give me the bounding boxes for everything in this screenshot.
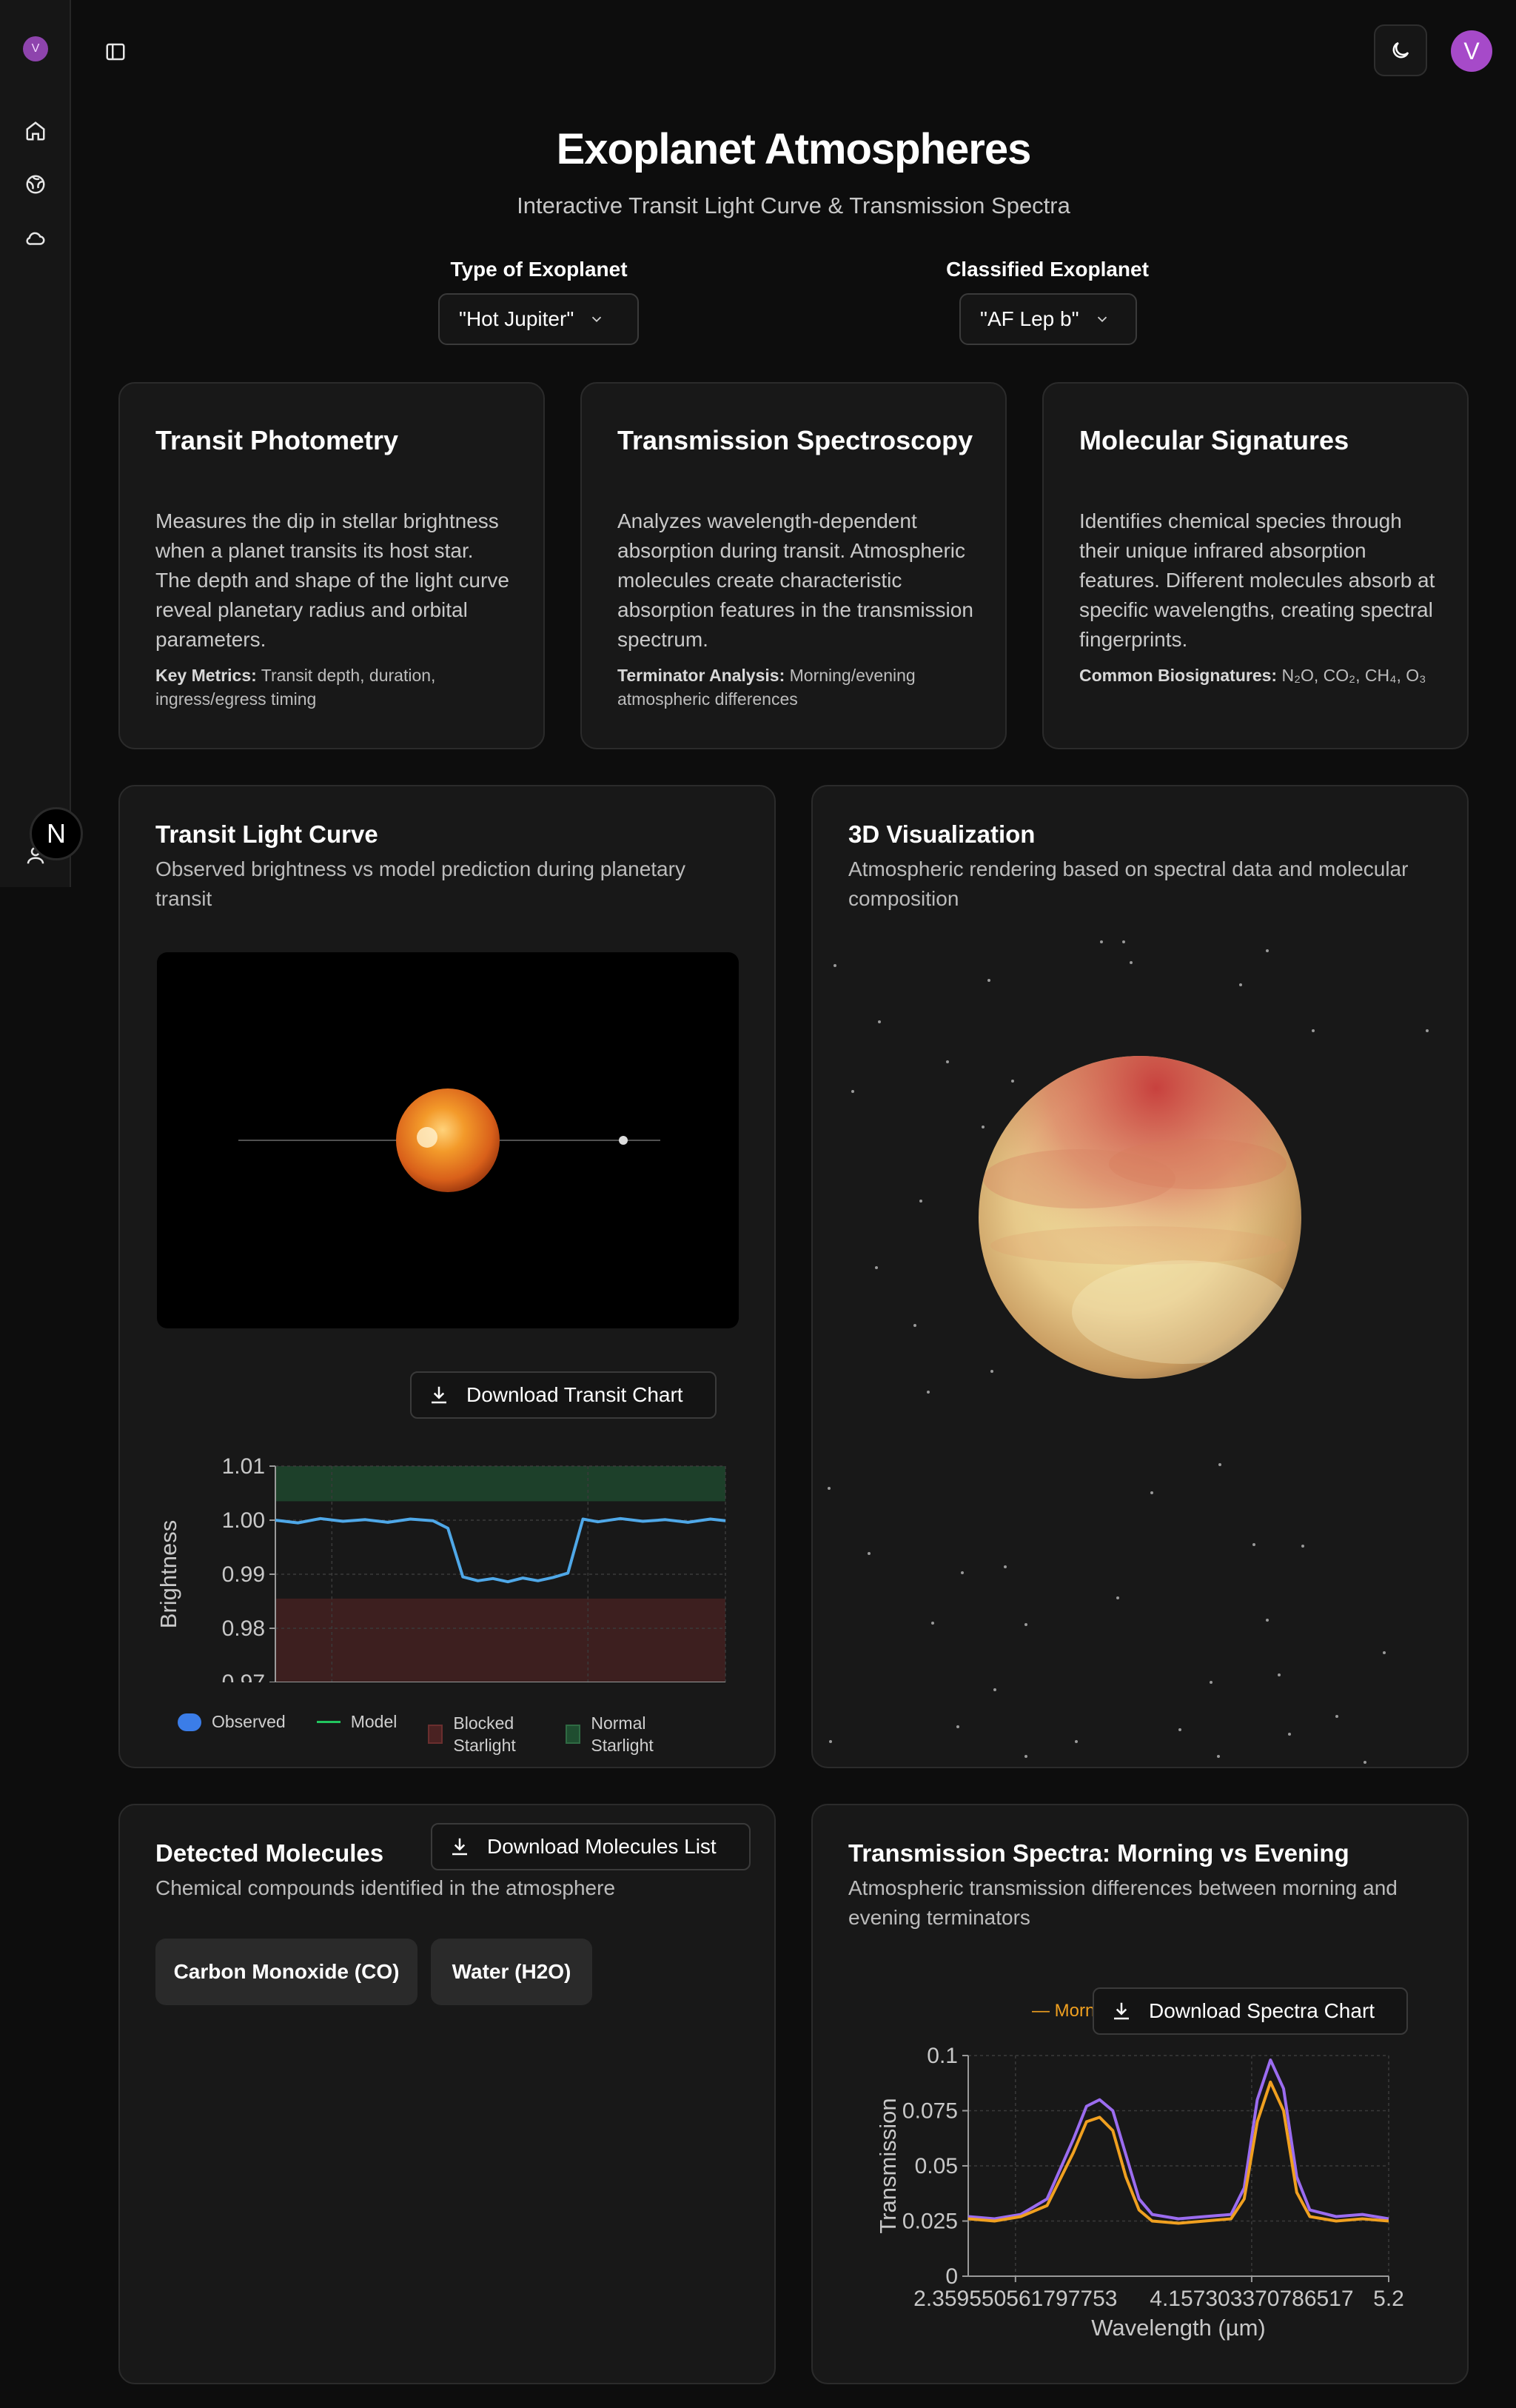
star-highlight	[417, 1127, 437, 1148]
legend-normal: Normal Starlight	[566, 1712, 672, 1756]
legend-label: Blocked Starlight	[453, 1713, 516, 1755]
card-meta: Key Metrics: Transit depth, duration, in…	[155, 663, 514, 711]
host-star	[396, 1088, 500, 1192]
spectra-chart: 0 0.025 0.05 0.075 0.1 2.359550561797753 4.157…	[875, 2044, 1404, 2341]
page-title: Exoplanet Atmospheres	[556, 125, 1032, 173]
x-tick-label: 5.2	[1373, 2287, 1404, 2311]
planet	[619, 1136, 628, 1145]
card-title: Transit Photometry	[155, 425, 399, 455]
series-line-observed	[275, 1516, 726, 1584]
legend-swatch	[428, 1725, 443, 1744]
card-description: Measures the dip in stellar brightness w…	[155, 509, 509, 651]
y-tick-label: 0.97	[222, 1670, 265, 1682]
panel-subtitle: Atmospheric transmission differences bet…	[848, 1876, 1398, 1929]
moon-icon	[1392, 41, 1409, 58]
sidebar-toggle-icon[interactable]	[101, 37, 130, 67]
series-line-evening	[967, 2080, 1389, 2225]
card-meta-label: Key Metrics:	[155, 666, 257, 685]
card-description: Identifies chemical species through thei…	[1079, 509, 1435, 651]
card-meta-label: Terminator Analysis:	[617, 666, 785, 685]
legend-swatch	[316, 1721, 341, 1723]
info-card-molecular-signatures: Molecular Signatures Identifies chemical…	[1042, 382, 1469, 749]
classified-select-value: "AF Lep b"	[980, 307, 1079, 330]
classified-select[interactable]: "AF Lep b"	[959, 293, 1137, 345]
series-line-morning	[967, 2058, 1389, 2221]
spectra-legend-morning: — Morn	[1032, 2001, 1096, 2021]
y-tick-label: 0.1	[927, 2044, 958, 2068]
y-tick-label: 1.01	[222, 1454, 265, 1479]
panel-subtitle: Chemical compounds identified in the atm…	[155, 1876, 616, 1899]
n-badge[interactable]: N	[30, 807, 83, 860]
y-tick-label: 0.98	[222, 1616, 265, 1641]
download-icon	[1114, 2002, 1129, 2020]
legend-swatch	[178, 1713, 201, 1731]
type-select[interactable]: "Hot Jupiter"	[438, 293, 639, 345]
sidebar-avatar[interactable]: V	[23, 36, 48, 61]
page-subtitle: Interactive Transit Light Curve & Transm…	[517, 193, 1070, 218]
theme-toggle-button[interactable]	[1374, 24, 1427, 76]
download-label: Download Molecules List	[487, 1835, 717, 1858]
planet-3d-view[interactable]	[813, 897, 1467, 1764]
chevron-down-icon	[1097, 316, 1107, 323]
chevron-down-icon	[592, 316, 602, 323]
y-tick-label: 0.025	[902, 2210, 958, 2234]
user-avatar[interactable]: V	[1451, 30, 1492, 72]
x-tick-label: 4.157303370786517	[1150, 2287, 1353, 2311]
molecule-chip[interactable]: Water (H2O)	[431, 1939, 592, 2005]
y-tick-label: 0.05	[915, 2154, 958, 2178]
legend-label: Normal Starlight	[591, 1713, 654, 1755]
card-title: Transmission Spectroscopy	[617, 425, 973, 455]
transit-animation[interactable]	[157, 952, 739, 1328]
legend-blocked: Blocked Starlight	[428, 1712, 534, 1756]
info-card-transit-photometry: Transit Photometry Measures the dip in s…	[118, 382, 545, 749]
download-molecules-list-button[interactable]: Download Molecules List	[431, 1823, 751, 1870]
y-axis-label: Brightness	[155, 1520, 181, 1628]
y-tick-label: 0	[945, 2264, 958, 2289]
transit-panel: Transit Light Curve Observed brightness …	[118, 785, 776, 1768]
molecules-panel: Detected Molecules Chemical compounds id…	[118, 1804, 776, 2384]
legend-model: Model	[316, 1712, 398, 1732]
transit-scene	[238, 1088, 660, 1192]
y-tick-label: 0.075	[902, 2099, 958, 2124]
chart-band	[275, 1466, 725, 1502]
y-tick-label: 0.99	[222, 1562, 265, 1587]
card-meta-label: Common Biosignatures:	[1079, 666, 1278, 685]
panel-title: Transit Light Curve	[155, 820, 378, 848]
visualization-panel: 3D Visualization Atmospheric rendering b…	[811, 785, 1469, 1768]
legend-observed: Observed	[178, 1712, 286, 1732]
x-tick-label: 2.359550561797753	[913, 2287, 1117, 2311]
panel-subtitle: Observed brightness vs model prediction …	[155, 857, 685, 910]
type-label: Type of Exoplanet	[450, 258, 628, 281]
planet-bands	[979, 1056, 1301, 1379]
classified-label: Classified Exoplanet	[946, 258, 1149, 281]
molecule-chip[interactable]: Carbon Monoxide (CO)	[155, 1939, 417, 2005]
y-axis-label: Transmission	[875, 2098, 901, 2233]
legend-swatch	[566, 1725, 581, 1744]
panel-title: Transmission Spectra: Morning vs Evening	[848, 1839, 1349, 1867]
download-icon	[452, 1838, 467, 1856]
transit-chart: 0.970.980.991.001.010.75313807531380754.…	[155, 1454, 726, 1682]
card-meta: Terminator Analysis: Morning/evening atm…	[617, 663, 976, 711]
x-axis-label: Wavelength (µm)	[1091, 2315, 1266, 2341]
panel-title: 3D Visualization	[848, 820, 1036, 848]
cloud-icon[interactable]	[21, 224, 50, 253]
info-card-transmission-spectroscopy: Transmission Spectroscopy Analyzes wavel…	[580, 382, 1007, 749]
legend-label: Observed	[212, 1712, 286, 1731]
spectra-panel: Transmission Spectra: Morning vs Evening…	[811, 1804, 1469, 2384]
transit-legend: Observed Model Blocked Starlight Normal …	[178, 1712, 703, 1756]
type-select-value: "Hot Jupiter"	[459, 307, 574, 330]
panel-title: Detected Molecules	[155, 1839, 384, 1867]
y-tick-label: 1.00	[222, 1508, 265, 1533]
card-description: Analyzes wavelength-dependent absorption…	[617, 509, 973, 651]
card-meta: Common Biosignatures: N₂O, CO₂, CH₄, O₃	[1079, 663, 1438, 687]
card-meta-text: N₂O, CO₂, CH₄, O₃	[1277, 666, 1426, 685]
legend-label: Model	[350, 1712, 398, 1731]
chart-band	[275, 1598, 725, 1682]
card-title: Molecular Signatures	[1079, 425, 1349, 455]
